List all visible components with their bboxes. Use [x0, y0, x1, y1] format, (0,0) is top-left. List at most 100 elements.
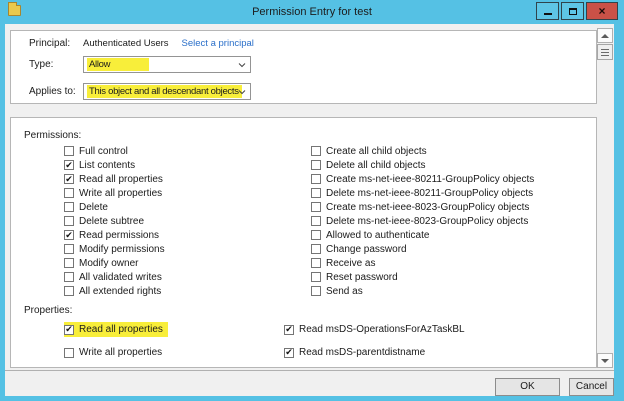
type-dropdown[interactable]: Allow: [83, 56, 251, 73]
permission-row[interactable]: All validated writes: [64, 270, 167, 284]
checkbox[interactable]: [64, 286, 74, 296]
checkbox[interactable]: [311, 286, 321, 296]
scroll-thumb[interactable]: [597, 44, 613, 60]
checkbox[interactable]: [311, 188, 321, 198]
close-icon: ×: [598, 3, 605, 19]
checkbox-label: Modify owner: [79, 258, 138, 269]
button-bar: OK Cancel: [5, 370, 614, 396]
permission-row[interactable]: ✔ List contents: [64, 158, 140, 172]
applies-to-row: Applies to: This object and all descenda…: [29, 83, 596, 100]
close-button[interactable]: ×: [586, 2, 618, 20]
checkbox[interactable]: [64, 188, 74, 198]
checkbox[interactable]: ✔: [64, 230, 74, 240]
checkbox[interactable]: [311, 174, 321, 184]
checkbox[interactable]: [64, 244, 74, 254]
minimize-icon: [544, 13, 552, 15]
scroll-down-button[interactable]: [597, 353, 613, 368]
permission-row[interactable]: Reset password: [311, 270, 403, 284]
permission-row[interactable]: All extended rights: [64, 284, 166, 298]
chevron-down-icon: [238, 90, 246, 95]
checkbox-label: Read all properties: [79, 324, 163, 335]
applies-to-label: Applies to:: [29, 86, 83, 97]
arrow-up-icon: [601, 34, 609, 38]
arrow-down-icon: [601, 359, 609, 363]
checkbox-label: Receive as: [326, 258, 375, 269]
permission-row[interactable]: Delete subtree: [64, 214, 149, 228]
permission-row[interactable]: Write all properties: [64, 186, 167, 200]
checkbox[interactable]: ✔: [64, 325, 74, 335]
permission-row[interactable]: Change password: [311, 242, 412, 256]
ok-button[interactable]: OK: [495, 378, 560, 396]
dialog-client-area: Principal: Authenticated Users Select a …: [5, 24, 614, 396]
permission-row[interactable]: Create ms-net-ieee-8023-GroupPolicy obje…: [311, 200, 534, 214]
checkbox[interactable]: [64, 348, 74, 358]
checkbox[interactable]: [64, 216, 74, 226]
permission-entry-dialog: Permission Entry for test × Principal: A…: [0, 0, 624, 401]
permission-row[interactable]: Create ms-net-ieee-80211-GroupPolicy obj…: [311, 172, 539, 186]
permission-row[interactable]: Delete ms-net-ieee-8023-GroupPolicy obje…: [311, 214, 533, 228]
property-row[interactable]: ✔ Read msDS-OperationsForAzTaskBL: [284, 322, 470, 337]
permission-row[interactable]: Allowed to authenticate: [311, 228, 434, 242]
select-a-principal-link[interactable]: Select a principal: [182, 38, 254, 49]
property-row[interactable]: ✔ Read msDS-parentdistname: [284, 345, 430, 360]
checkbox[interactable]: [311, 272, 321, 282]
applies-to-value: This object and all descendant objects: [87, 85, 242, 98]
checkbox-label: Delete all child objects: [326, 160, 426, 171]
permission-row[interactable]: Delete all child objects: [311, 158, 431, 172]
property-row[interactable]: Write all properties: [64, 345, 167, 360]
checkbox[interactable]: [311, 216, 321, 226]
type-value: Allow: [87, 58, 149, 71]
permission-row[interactable]: Modify permissions: [64, 242, 170, 256]
property-row[interactable]: ✔ Read all properties: [64, 322, 168, 337]
checkbox-label: Delete: [79, 202, 108, 213]
applies-to-dropdown[interactable]: This object and all descendant objects: [83, 83, 251, 100]
checkbox-label: All validated writes: [79, 272, 162, 283]
checkbox[interactable]: [64, 202, 74, 212]
checkbox[interactable]: [311, 202, 321, 212]
permission-row[interactable]: Delete: [64, 200, 113, 214]
checkbox-label: Full control: [79, 146, 128, 157]
checkbox[interactable]: ✔: [64, 174, 74, 184]
permission-row[interactable]: Receive as: [311, 256, 380, 270]
checkbox[interactable]: [311, 146, 321, 156]
checkbox[interactable]: ✔: [284, 325, 294, 335]
permission-row[interactable]: Modify owner: [64, 256, 143, 270]
checkbox[interactable]: [311, 258, 321, 268]
checkbox[interactable]: [64, 146, 74, 156]
checkbox[interactable]: [64, 258, 74, 268]
permissions-panel: Permissions: Full control ✔ List content…: [10, 117, 597, 368]
checkbox[interactable]: ✔: [284, 348, 294, 358]
permissions-left-column: Full control ✔ List contents ✔ Read all …: [64, 144, 170, 298]
window-controls: ×: [536, 2, 618, 20]
checkbox-label: Delete subtree: [79, 216, 144, 227]
checkbox-label: Modify permissions: [79, 244, 165, 255]
grip-icon: [601, 52, 609, 53]
permission-row[interactable]: Delete ms-net-ieee-80211-GroupPolicy obj…: [311, 186, 538, 200]
type-label: Type:: [29, 59, 83, 70]
checkbox-label: Change password: [326, 244, 407, 255]
checkbox-label: Create ms-net-ieee-80211-GroupPolicy obj…: [326, 174, 534, 185]
principal-value: Authenticated Users: [83, 38, 169, 49]
maximize-button[interactable]: [561, 2, 584, 20]
minimize-button[interactable]: [536, 2, 559, 20]
vertical-scrollbar[interactable]: [597, 28, 613, 368]
permission-row[interactable]: Send as: [311, 284, 368, 298]
checkbox[interactable]: [311, 244, 321, 254]
checkbox[interactable]: ✔: [64, 160, 74, 170]
app-icon: [8, 5, 21, 16]
permission-row[interactable]: ✔ Read permissions: [64, 228, 164, 242]
checkbox-label: Read msDS-OperationsForAzTaskBL: [299, 324, 465, 335]
principal-panel: Principal: Authenticated Users Select a …: [10, 30, 597, 104]
properties-left-column: ✔ Read all properties Write all properti…: [64, 322, 168, 368]
scroll-up-button[interactable]: [597, 28, 613, 43]
permission-row[interactable]: ✔ Read all properties: [64, 172, 168, 186]
properties-right-column: ✔ Read msDS-OperationsForAzTaskBL ✔ Read…: [284, 322, 470, 368]
checkbox[interactable]: [64, 272, 74, 282]
cancel-button[interactable]: Cancel: [569, 378, 614, 396]
window-title: Permission Entry for test: [0, 0, 624, 24]
permission-row[interactable]: Create all child objects: [311, 144, 432, 158]
checkbox[interactable]: [311, 230, 321, 240]
maximize-icon: [569, 8, 577, 15]
permission-row[interactable]: Full control: [64, 144, 133, 158]
checkbox[interactable]: [311, 160, 321, 170]
